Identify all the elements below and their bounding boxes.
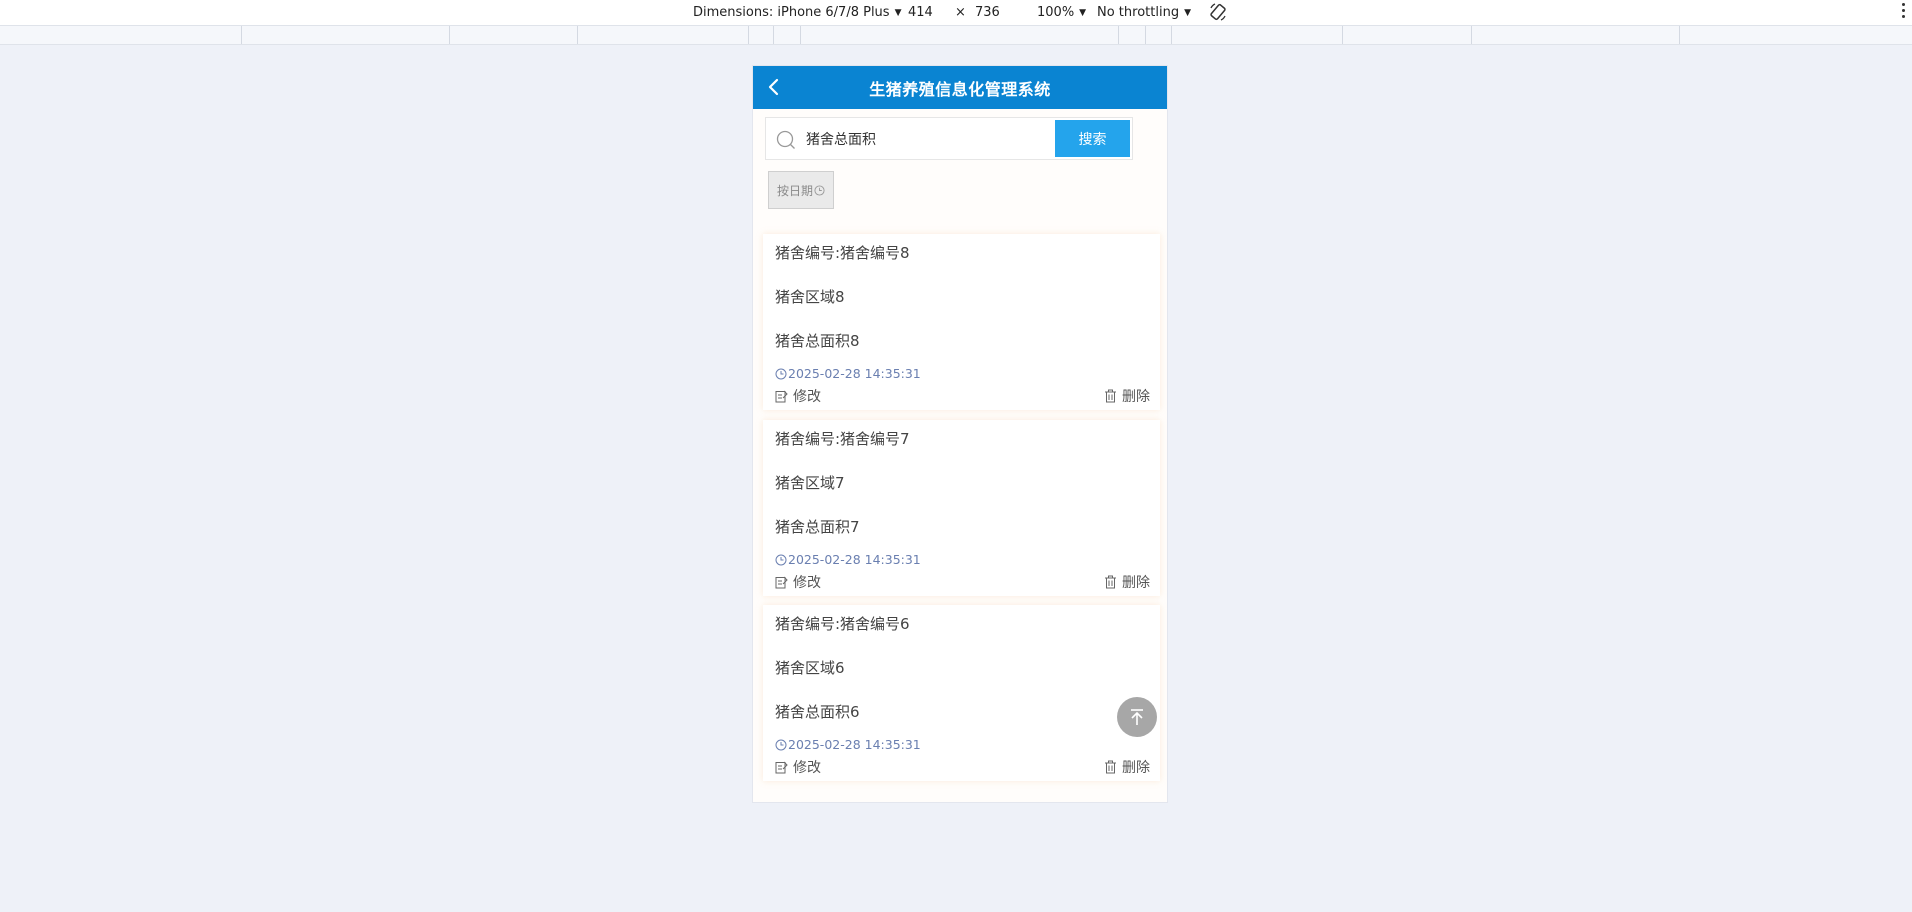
chevron-down-icon: ▼ [1079,8,1087,18]
throttling-label: No throttling [1097,5,1180,20]
media-query-ruler [0,25,1912,45]
pigsty-total-area: 猪舍总面积8 [775,332,860,350]
edit-button[interactable]: 修改 [775,757,821,777]
chevron-down-icon: ▼ [1184,8,1191,18]
delete-label: 删除 [1122,389,1150,405]
pigsty-total-area: 猪舍总面积6 [775,703,860,721]
list-item[interactable]: 猪舍编号:猪舍编号6 猪舍区域6 猪舍总面积6 2025-02-28 14:35… [763,605,1160,781]
more-options-icon[interactable] [1902,3,1906,21]
edit-label: 修改 [793,575,821,591]
delete-label: 删除 [1122,760,1150,776]
arrow-up-icon [1131,709,1143,725]
list-item[interactable]: 猪舍编号:猪舍编号8 猪舍区域8 猪舍总面积8 2025-02-28 14:35… [763,234,1160,410]
pigsty-number: 猪舍编号:猪舍编号7 [775,430,910,448]
record-time-text: 2025-02-28 14:35:31 [788,366,921,381]
record-time: 2025-02-28 14:35:31 [775,366,921,381]
search-icon [776,130,795,149]
edit-label: 修改 [793,389,821,405]
devtools-toolbar: Dimensions: iPhone 6/7/8 Plus ▼ 414 × 736… [0,0,1912,25]
clock-icon [775,739,787,750]
trash-icon [1105,760,1116,774]
device-dimensions-select[interactable]: Dimensions: iPhone 6/7/8 Plus ▼ [693,4,902,23]
delete-button[interactable]: 删除 [1104,572,1150,592]
delete-button[interactable]: 删除 [1104,757,1150,777]
clock-icon [814,184,825,196]
pigsty-number: 猪舍编号:猪舍编号8 [775,244,910,262]
back-to-top-button[interactable] [1117,697,1157,737]
device-dimensions-label: Dimensions: iPhone 6/7/8 Plus [693,5,890,20]
zoom-select[interactable]: 100% ▼ [1037,4,1086,23]
edit-icon [775,761,788,773]
viewport-height-input[interactable]: 736 [975,4,1000,21]
delete-button[interactable]: 删除 [1104,386,1150,406]
dimension-separator: × [955,5,966,20]
throttling-select[interactable]: No throttling ▼ [1097,4,1191,23]
search-button[interactable]: 搜索 [1055,120,1130,157]
edit-icon [775,390,788,402]
date-filter-button[interactable]: 按日期 [768,171,834,209]
delete-label: 删除 [1122,575,1150,591]
clock-icon [775,554,787,565]
back-arrow-icon[interactable] [765,78,783,96]
pigsty-total-area: 猪舍总面积7 [775,518,860,536]
edit-button[interactable]: 修改 [775,572,821,592]
record-time-text: 2025-02-28 14:35:31 [788,552,921,567]
pigsty-number: 猪舍编号:猪舍编号6 [775,615,910,633]
chevron-down-icon: ▼ [894,8,902,18]
search-input[interactable] [806,126,1046,151]
record-time-text: 2025-02-28 14:35:31 [788,737,921,752]
viewport-width-input[interactable]: 414 [908,4,933,21]
edit-button[interactable]: 修改 [775,386,821,406]
record-time: 2025-02-28 14:35:31 [775,552,921,567]
zoom-label: 100% [1037,5,1075,20]
edit-icon [775,576,788,588]
edit-label: 修改 [793,760,821,776]
record-time: 2025-02-28 14:35:31 [775,737,921,752]
pigsty-area: 猪舍区域6 [775,659,845,677]
trash-icon [1105,575,1116,589]
rotate-icon[interactable] [1208,2,1228,22]
clock-icon [775,368,787,379]
pigsty-area: 猪舍区域7 [775,474,845,492]
phone-viewport: 生猪养殖信息化管理系统 搜索 按日期 猪舍编号:猪舍编号8 猪舍区域8 猪舍总面… [753,66,1167,802]
app-header: 生猪养殖信息化管理系统 [753,66,1167,109]
search-bar: 搜索 [765,117,1133,160]
list-item[interactable]: 猪舍编号:猪舍编号7 猪舍区域7 猪舍总面积7 2025-02-28 14:35… [763,420,1160,596]
date-filter-label: 按日期 [776,183,813,198]
page-title: 生猪养殖信息化管理系统 [869,79,1051,99]
trash-icon [1105,389,1116,403]
pigsty-area: 猪舍区域8 [775,288,845,306]
